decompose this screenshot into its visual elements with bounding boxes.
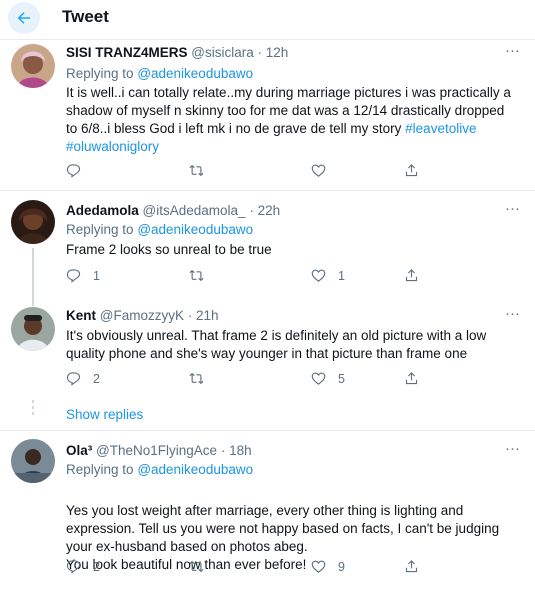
like-button[interactable]: 5 <box>311 371 345 386</box>
replying-to-label: Replying to <box>66 222 134 237</box>
share-icon <box>405 164 418 177</box>
like-count: 5 <box>338 371 345 386</box>
share-icon <box>405 269 418 282</box>
timestamp[interactable]: 21h <box>196 308 219 323</box>
like-count: 9 <box>338 559 345 574</box>
share-button[interactable] <box>404 371 419 386</box>
user-handle[interactable]: @FamozzyyK <box>100 308 184 323</box>
tweet-header: Adedamola @itsAdedamola_ · 22h <box>66 203 280 218</box>
mention-link[interactable]: @adenikeodubawo <box>137 222 253 237</box>
share-icon <box>405 372 418 385</box>
reply-button[interactable]: 1 <box>66 268 100 283</box>
separator-dot: · <box>187 308 193 323</box>
like-button[interactable] <box>311 163 338 178</box>
reply-icon <box>66 560 81 574</box>
tweet-1[interactable]: SISI TRANZ4MERS @sisiclara · 12h ··· Rep… <box>0 40 535 190</box>
share-button[interactable] <box>404 268 419 283</box>
hashtag-link[interactable]: #leavetolive <box>405 121 476 136</box>
share-icon <box>405 560 418 573</box>
retweet-button[interactable] <box>189 268 216 283</box>
timestamp[interactable]: 22h <box>258 203 281 218</box>
replying-to: Replying to @adenikeodubawo <box>66 462 253 477</box>
tweet-body: Frame 2 looks so unreal to be true <box>66 242 272 257</box>
share-button[interactable] <box>404 559 419 574</box>
replying-to: Replying to @adenikeodubawo <box>66 66 253 81</box>
separator-dot: · <box>249 203 254 218</box>
more-icon[interactable]: ··· <box>505 200 520 217</box>
like-button[interactable]: 9 <box>311 559 345 574</box>
thread-dots <box>32 400 34 418</box>
tweet-body: It's obviously unreal. That frame 2 is d… <box>66 328 487 361</box>
user-handle[interactable]: @itsAdedamola_ <box>143 203 246 218</box>
reply-count: 2 <box>93 371 100 386</box>
heart-icon <box>311 269 326 282</box>
reply-button[interactable]: 2 <box>66 371 100 386</box>
tweet-text: Frame 2 looks so unreal to be true <box>66 241 516 259</box>
separator-dot: · <box>220 443 226 458</box>
tweet-header: SISI TRANZ4MERS @sisiclara · 12h <box>66 45 288 60</box>
retweet-icon <box>189 270 204 281</box>
heart-icon <box>311 372 326 385</box>
replying-to-label: Replying to <box>66 66 134 81</box>
arrow-left-icon <box>17 12 30 24</box>
avatar[interactable] <box>11 44 55 88</box>
more-icon[interactable]: ··· <box>505 305 520 322</box>
tweet-3[interactable]: Kent @FamozzyyK · 21h ··· It's obviously… <box>0 299 535 395</box>
more-icon[interactable]: ··· <box>505 440 520 457</box>
mention-link[interactable]: @adenikeodubawo <box>137 462 253 477</box>
retweet-icon <box>189 373 204 384</box>
retweet-icon <box>189 561 204 572</box>
reply-icon <box>66 269 81 283</box>
reply-count: 2 <box>93 559 100 574</box>
thread-line <box>32 248 34 299</box>
heart-icon <box>311 164 326 177</box>
timestamp[interactable]: 12h <box>266 45 289 60</box>
display-name[interactable]: SISI TRANZ4MERS <box>66 45 188 60</box>
tweet-2[interactable]: Adedamola @itsAdedamola_ · 22h ··· Reply… <box>0 191 535 299</box>
like-button[interactable]: 1 <box>311 268 345 283</box>
separator-dot: · <box>257 45 263 60</box>
reply-count: 1 <box>93 268 100 283</box>
tweet-header: Kent @FamozzyyK · 21h <box>66 308 219 323</box>
retweet-button[interactable] <box>189 559 216 574</box>
like-count: 1 <box>338 268 345 283</box>
tweet-header: Ola³ @TheNo1FlyingAce · 18h <box>66 443 252 458</box>
retweet-icon <box>189 165 204 176</box>
back-button[interactable] <box>8 2 40 34</box>
display-name[interactable]: Ola³ <box>66 443 92 458</box>
action-bar: 2 5 <box>66 371 436 391</box>
more-icon[interactable]: ··· <box>505 42 520 59</box>
heart-icon <box>311 560 326 573</box>
reply-button[interactable] <box>66 163 93 178</box>
share-button[interactable] <box>404 163 419 178</box>
display-name[interactable]: Adedamola <box>66 203 139 218</box>
reply-icon <box>66 372 81 386</box>
avatar[interactable] <box>11 439 55 483</box>
tweet-text: It is well..i can totally relate..my dur… <box>66 84 516 156</box>
action-bar <box>66 163 436 183</box>
tweet-text: It's obviously unreal. That frame 2 is d… <box>66 327 516 363</box>
retweet-button[interactable] <box>189 371 216 386</box>
replying-to-label: Replying to <box>66 462 134 477</box>
replying-to: Replying to @adenikeodubawo <box>66 222 253 237</box>
action-bar: 1 1 <box>66 268 436 288</box>
reply-icon <box>66 164 81 178</box>
retweet-button[interactable] <box>189 163 216 178</box>
hashtag-link[interactable]: #oluwaloniglory <box>66 139 159 154</box>
thread-line <box>32 299 34 306</box>
page-title: Tweet <box>62 7 109 26</box>
header-bar: Tweet <box>0 0 535 36</box>
mention-link[interactable]: @adenikeodubawo <box>137 66 253 81</box>
user-handle[interactable]: @TheNo1FlyingAce <box>96 443 217 458</box>
user-handle[interactable]: @sisiclara <box>191 45 253 60</box>
avatar[interactable] <box>11 307 55 351</box>
timestamp[interactable]: 18h <box>229 443 252 458</box>
avatar[interactable] <box>11 200 55 244</box>
reply-button[interactable]: 2 <box>66 559 100 574</box>
action-bar: 2 9 <box>66 559 436 579</box>
display-name[interactable]: Kent <box>66 308 96 323</box>
show-replies-link[interactable]: Show replies <box>66 407 143 422</box>
tweet-4[interactable]: Ola³ @TheNo1FlyingAce · 18h ··· Replying… <box>0 431 535 594</box>
